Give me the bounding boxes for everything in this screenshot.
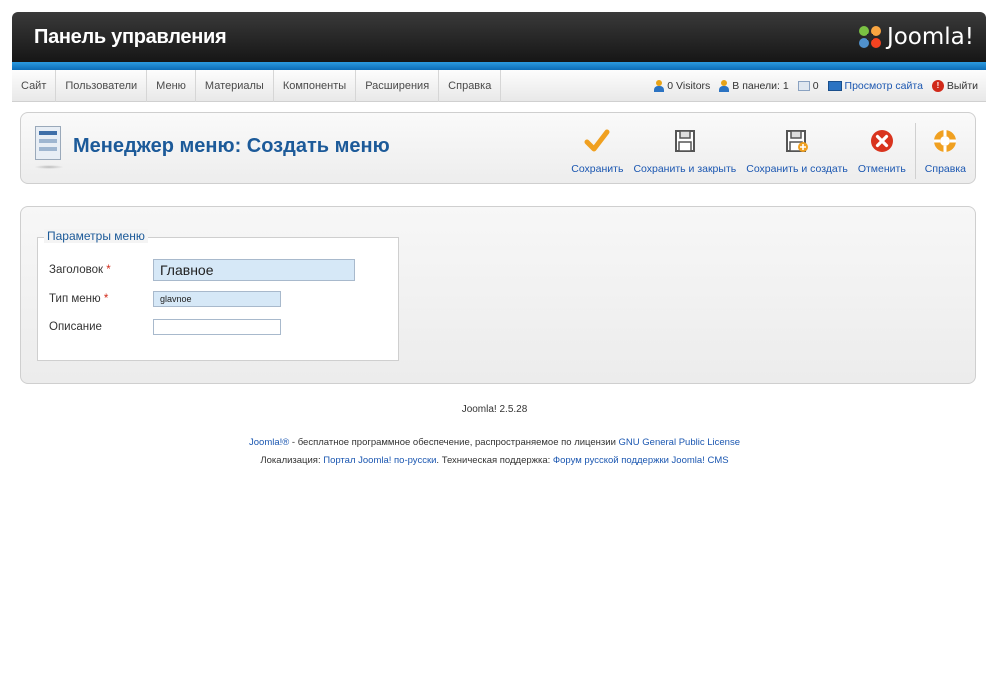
admins-count: В панели: 1: [732, 80, 789, 92]
save-new-label: Сохранить и создать: [746, 163, 848, 175]
logout-icon: !: [931, 80, 944, 92]
menu-manager-icon: [34, 126, 64, 169]
license-line: Joomla!® - бесплатное программное обеспе…: [0, 437, 989, 448]
logout-link[interactable]: ! Выйти: [931, 80, 978, 92]
main-menu-bar: Сайт Пользователи Меню Материалы Компоне…: [12, 70, 986, 102]
help-button[interactable]: Справка: [920, 123, 971, 179]
menu-type-label: Тип меню *: [49, 293, 109, 305]
menu-type-row: Тип меню *: [49, 291, 281, 307]
title-input[interactable]: [153, 259, 355, 281]
visitors-count: 0 Visitors: [667, 80, 711, 92]
save-button-label: Сохранить: [571, 163, 624, 175]
menu-item-content[interactable]: Материалы: [196, 70, 274, 102]
forum-link[interactable]: Форум русской поддержки Joomla! CMS: [553, 455, 729, 466]
cancel-button[interactable]: Отменить: [853, 123, 911, 179]
toolbar-buttons: Сохранить Сохранить и закрыть Сохранить …: [566, 123, 971, 179]
description-input[interactable]: [153, 319, 281, 335]
joomla-logo: Joomla!: [857, 21, 974, 53]
messages-count: 0: [812, 80, 819, 92]
admins-icon: [719, 80, 730, 92]
status-bar: 0 Visitors В панели: 1 0 Просмотр сайта …: [645, 70, 978, 102]
menu-type-input[interactable]: [153, 291, 281, 307]
admins-status: В панели: 1: [719, 80, 789, 92]
save-close-icon: [671, 127, 699, 155]
menu-item-components[interactable]: Компоненты: [274, 70, 357, 102]
help-icon: [931, 127, 959, 155]
joomla-logo-icon: [858, 26, 881, 48]
menu-item-users[interactable]: Пользователи: [56, 70, 148, 102]
page-title: Менеджер меню: Создать меню: [73, 135, 390, 157]
save-button[interactable]: Сохранить: [566, 123, 628, 179]
support-text: . Техническая поддержка:: [436, 455, 553, 466]
header-stripe: [12, 62, 986, 70]
visitors-icon: [654, 80, 665, 92]
menu-item-help[interactable]: Справка: [439, 70, 502, 102]
menu-items: Сайт Пользователи Меню Материалы Компоне…: [12, 70, 502, 102]
joomla-link[interactable]: Joomla!®: [249, 437, 289, 448]
portal-link[interactable]: Портал Joomla! по-русски: [323, 455, 436, 466]
logout-label: Выйти: [946, 80, 978, 92]
admin-header: Панель управления Joomla!: [12, 12, 986, 62]
description-row: Описание: [49, 319, 281, 335]
version-text: Joomla! 2.5.28: [461, 404, 528, 415]
messages-status[interactable]: 0: [797, 80, 819, 92]
mail-icon: [797, 81, 810, 91]
title-row: Заголовок *: [49, 259, 355, 281]
help-label: Справка: [924, 163, 966, 175]
preview-icon: [827, 81, 842, 91]
save-new-button[interactable]: Сохранить и создать: [741, 123, 853, 179]
cancel-label: Отменить: [857, 163, 906, 175]
save-new-icon: [783, 127, 811, 155]
localization-line: Локализация: Портал Joomla! по-русски. Т…: [0, 455, 989, 466]
gpl-link[interactable]: GNU General Public License: [619, 437, 740, 448]
preview-site-label: Просмотр сайта: [844, 80, 923, 92]
title-label: Заголовок *: [49, 264, 111, 276]
fieldset-legend: Параметры меню: [44, 229, 148, 243]
toolbar-divider: [914, 123, 916, 179]
cancel-icon: [868, 127, 896, 155]
content-box: Параметры меню Заголовок * Тип меню * Оп…: [20, 206, 976, 384]
preview-site-link[interactable]: Просмотр сайта: [827, 80, 923, 92]
description-label: Описание: [49, 321, 102, 333]
license-text: - бесплатное программное обеспечение, ра…: [289, 437, 619, 448]
logo-text: Joomla!: [886, 24, 974, 50]
visitors-status: 0 Visitors: [654, 80, 710, 92]
menu-details-fieldset: Параметры меню Заголовок * Тип меню * Оп…: [37, 229, 399, 361]
menu-item-menus[interactable]: Меню: [147, 70, 196, 102]
localization-text: Локализация:: [260, 455, 324, 466]
save-close-button[interactable]: Сохранить и закрыть: [628, 123, 741, 179]
check-icon: [583, 127, 611, 155]
menu-item-extensions[interactable]: Расширения: [356, 70, 440, 102]
header-title: Панель управления: [34, 26, 227, 48]
save-close-label: Сохранить и закрыть: [633, 163, 737, 175]
toolbar-box: Менеджер меню: Создать меню Сохранить Со…: [20, 112, 976, 184]
menu-item-site[interactable]: Сайт: [12, 70, 57, 102]
